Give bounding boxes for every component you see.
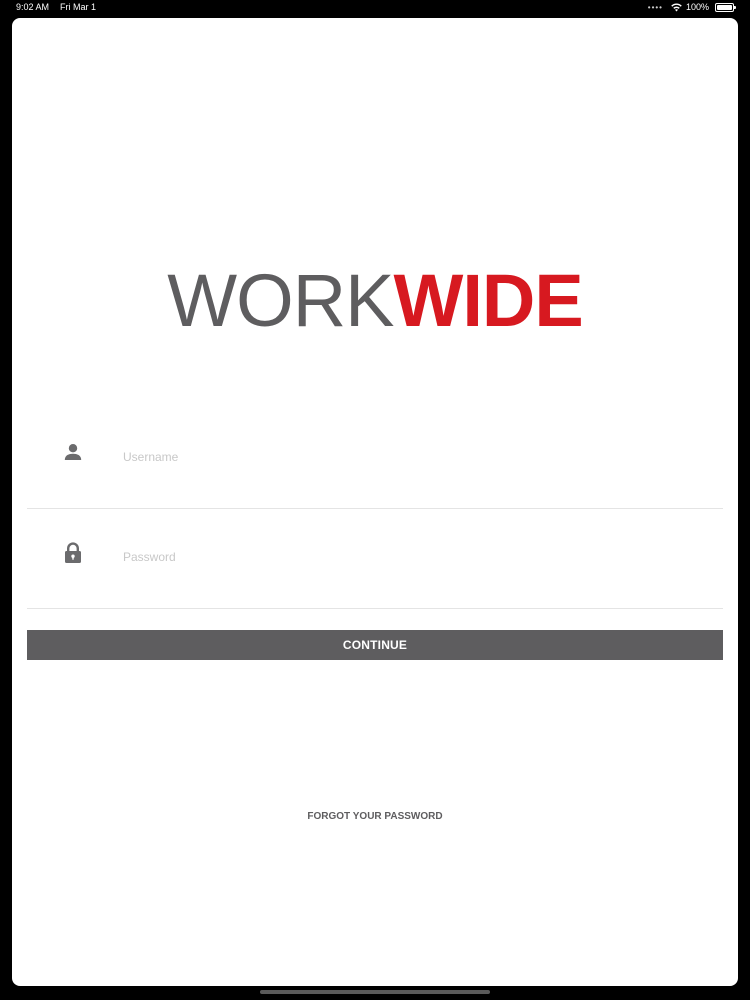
status-time: 9:02 AM (16, 2, 50, 12)
password-field (27, 518, 723, 609)
battery-percentage: 100% (685, 2, 709, 12)
password-input[interactable] (123, 546, 683, 568)
username-field (27, 418, 723, 509)
status-bar: 9:02 AM Fri Mar 1 •••• 100% (0, 0, 750, 16)
continue-button[interactable]: CONTINUE (27, 630, 723, 660)
logo-text-work: WORK (167, 259, 394, 342)
username-input[interactable] (123, 446, 683, 468)
login-sheet: WORKWIDE CONTINUE F (12, 18, 738, 986)
forgot-password-link[interactable]: FORGOT YOUR PASSWORD (12, 811, 738, 822)
user-icon (63, 442, 83, 462)
logo-text-wide: WIDE (393, 259, 584, 342)
status-indicators: •••• 100% (647, 2, 736, 12)
wifi-icon (671, 2, 682, 12)
battery-icon (715, 2, 736, 12)
home-indicator[interactable] (260, 990, 490, 994)
app-screen: 9:02 AM Fri Mar 1 •••• 100% WORKWIDE Use… (0, 0, 750, 1000)
lock-icon (63, 542, 83, 563)
workwide-logo: WORKWIDE (12, 256, 738, 346)
status-date: Fri Mar 1 (60, 2, 96, 12)
multitasking-dots-icon: •••• (647, 2, 663, 12)
